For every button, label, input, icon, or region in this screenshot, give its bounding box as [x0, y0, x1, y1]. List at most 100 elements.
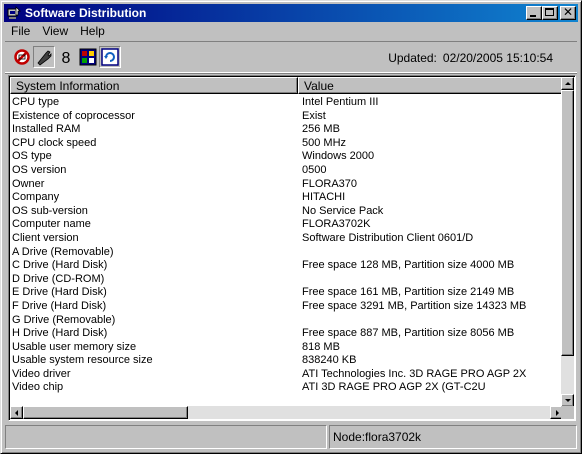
stop-button[interactable] [11, 46, 33, 68]
row-key: Video driver [12, 367, 71, 380]
row-key: Usable user memory size [12, 340, 137, 353]
row-value [299, 246, 563, 260]
arrow-down-icon [565, 399, 571, 402]
table-row[interactable]: OS sub-version No Service Pack [11, 205, 563, 219]
main-window: Software Distribution ✕ File View Help 8… [0, 0, 582, 454]
title-bar[interactable]: Software Distribution ✕ [4, 4, 578, 22]
horizontal-scrollbar[interactable] [10, 406, 563, 419]
wrench-icon [37, 50, 52, 66]
table-row[interactable]: Installed RAM 256 MB [11, 123, 563, 137]
table-row[interactable]: Video driver ATI Technologies Inc. 3D RAG… [11, 368, 563, 382]
vertical-scrollbar[interactable] [561, 77, 574, 407]
stop-icon [14, 49, 30, 65]
row-value: 500 MHz [302, 136, 347, 149]
row-value: Free space 887 MB, Partition size 8056 M… [302, 327, 515, 340]
row-key: Installed RAM [12, 123, 81, 136]
arrow-up-icon [565, 82, 571, 85]
table-row[interactable]: Video chip ATI 3D RAGE PRO AGP 2X (GT-C2U [11, 381, 563, 395]
row-key: A Drive (Removable) [12, 245, 114, 258]
row-value: FLORA3702K [302, 218, 371, 231]
table-row[interactable]: CPU type Intel Pentium III [11, 96, 563, 110]
system-info-icon [79, 48, 97, 66]
row-value: Free space 161 MB, Partition size 2149 M… [302, 286, 515, 299]
row-value [299, 314, 563, 328]
maximize-icon [545, 8, 554, 16]
minimize-icon [530, 15, 536, 17]
row-key: Computer name [12, 218, 91, 231]
row-key: D Drive (CD-ROM) [12, 272, 105, 285]
row-value: 838240 KB [302, 354, 357, 367]
row-value: Intel Pentium III [302, 96, 379, 108]
row-value: Exist [302, 109, 326, 122]
row-key: Video chip [12, 381, 64, 394]
toolbar: 8 Updated: 02/20/2005 15:10:54 [5, 41, 577, 74]
system-info-button[interactable] [77, 46, 99, 68]
row-value: ATI 3D RAGE PRO AGP 2X (GT-C2U [302, 381, 486, 394]
arrow-left-icon [15, 410, 18, 416]
table-row[interactable]: OS version 0500 [11, 164, 563, 178]
svg-text:8: 8 [62, 50, 71, 67]
scroll-up-button[interactable] [561, 77, 574, 90]
table-row[interactable]: E Drive (Hard Disk) Free space 161 MB, Pa… [11, 286, 563, 300]
status-bar: Node:flora3702k [5, 425, 577, 449]
row-value: Free space 3291 MB, Partition size 14323… [302, 299, 527, 312]
column-header-value[interactable]: Value [298, 77, 563, 94]
table-row[interactable]: CPU clock speed 500 MHz [11, 137, 563, 151]
close-icon: ✕ [562, 5, 574, 19]
maximize-button[interactable] [542, 6, 558, 20]
row-value: HITACHI [302, 191, 346, 204]
row-key: H Drive (Hard Disk) [12, 327, 108, 340]
menu-view[interactable]: View [36, 23, 74, 39]
row-key: OS version [12, 163, 67, 176]
column-header-system-information[interactable]: System Information [10, 77, 298, 94]
table-row[interactable]: D Drive (CD-ROM) [11, 273, 563, 287]
number-8-button[interactable]: 8 [55, 46, 77, 68]
row-key: OS sub-version [12, 204, 88, 217]
table-row[interactable]: Company HITACHI [11, 191, 563, 205]
row-key: F Drive (Hard Disk) [12, 299, 107, 312]
app-icon [7, 6, 21, 20]
close-button[interactable]: ✕ [560, 5, 576, 20]
row-value: No Service Pack [302, 204, 384, 217]
table-row[interactable]: C Drive (Hard Disk) Free space 128 MB, Pa… [11, 259, 563, 273]
table-row[interactable]: Owner FLORA370 [11, 178, 563, 192]
vertical-scroll-thumb[interactable] [561, 90, 574, 356]
table-row[interactable]: F Drive (Hard Disk) Free space 3291 MB, P… [11, 300, 563, 314]
table-row[interactable]: G Drive (Removable) [11, 314, 563, 328]
row-value: Software Distribution Client 0601/D [302, 231, 474, 244]
menu-file[interactable]: File [5, 23, 36, 39]
list-header: System Information Value [10, 77, 563, 94]
table-row[interactable]: OS type Windows 2000 [11, 150, 563, 164]
row-value: 256 MB [302, 123, 340, 136]
row-key: G Drive (Removable) [12, 313, 116, 326]
horizontal-scroll-thumb[interactable] [23, 406, 188, 419]
table-row[interactable]: Existence of coprocessor Exist [11, 110, 563, 124]
row-key: Company [12, 191, 60, 204]
number-8-icon: 8 [62, 50, 71, 67]
wrench-button[interactable] [33, 46, 55, 68]
refresh-button[interactable] [99, 46, 121, 68]
scrollbar-corner [561, 406, 574, 419]
arrow-right-icon [556, 410, 559, 416]
scroll-left-button[interactable] [10, 406, 23, 419]
refresh-icon [101, 48, 119, 66]
row-key: Usable system resource size [12, 354, 153, 367]
system-info-list[interactable]: System Information Value CPU type Intel P… [8, 75, 576, 421]
row-key: E Drive (Hard Disk) [12, 286, 107, 299]
menu-help[interactable]: Help [74, 23, 111, 39]
table-row[interactable]: A Drive (Removable) [11, 246, 563, 260]
list-rows: CPU type Intel Pentium III Existence of co… [11, 96, 563, 395]
table-row[interactable]: Usable system resource size 838240 KB [11, 354, 563, 368]
row-key: CPU clock speed [12, 136, 97, 149]
row-value: 0500 [302, 163, 327, 176]
updated-timestamp: 02/20/2005 15:10:54 [442, 51, 553, 65]
row-key: C Drive (Hard Disk) [12, 259, 108, 272]
row-value: 818 MB [302, 340, 340, 353]
table-row[interactable]: Usable user memory size 818 MB [11, 341, 563, 355]
status-node: Node:flora3702k [329, 425, 577, 449]
row-key: Existence of coprocessor [12, 109, 135, 122]
minimize-button[interactable] [526, 6, 542, 20]
table-row[interactable]: H Drive (Hard Disk) Free space 887 MB, Pa… [11, 327, 563, 341]
table-row[interactable]: Client version Software Distribution Clie… [11, 232, 563, 246]
table-row[interactable]: Computer name FLORA3702K [11, 218, 563, 232]
